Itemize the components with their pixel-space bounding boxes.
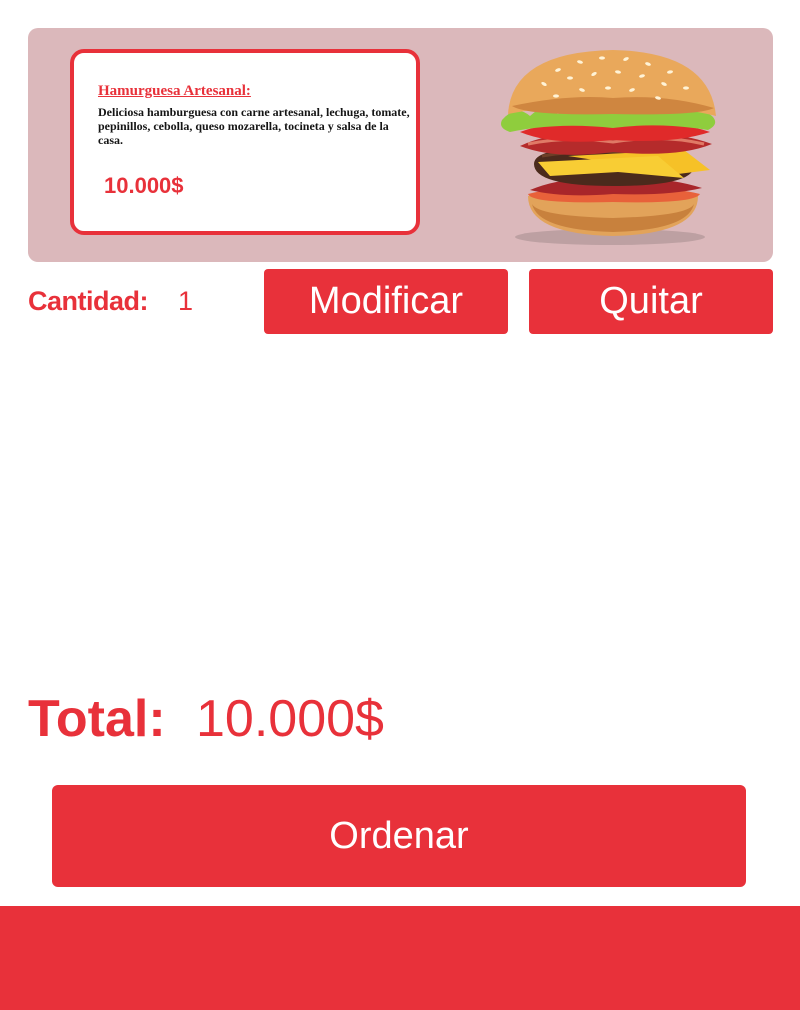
modify-button[interactable]: Modificar <box>264 269 508 334</box>
product-description: Deliciosa hamburguesa con carne artesana… <box>98 105 410 147</box>
total-label: Total: <box>28 690 166 748</box>
cart-item-card: Hamurguesa Artesanal: Deliciosa hamburgu… <box>28 28 773 262</box>
product-info-box: Hamurguesa Artesanal: Deliciosa hamburgu… <box>70 49 420 235</box>
remove-button[interactable]: Quitar <box>529 269 773 334</box>
bottom-bar <box>0 906 800 1010</box>
product-name: Hamurguesa Artesanal: <box>98 83 251 99</box>
quantity-value: 1 <box>178 286 194 316</box>
burger-image <box>501 50 716 245</box>
quantity-label: Cantidad: <box>28 286 149 316</box>
total-value: 10.000$ <box>196 690 384 748</box>
product-price: 10.000$ <box>104 173 184 198</box>
order-button[interactable]: Ordenar <box>52 785 746 887</box>
